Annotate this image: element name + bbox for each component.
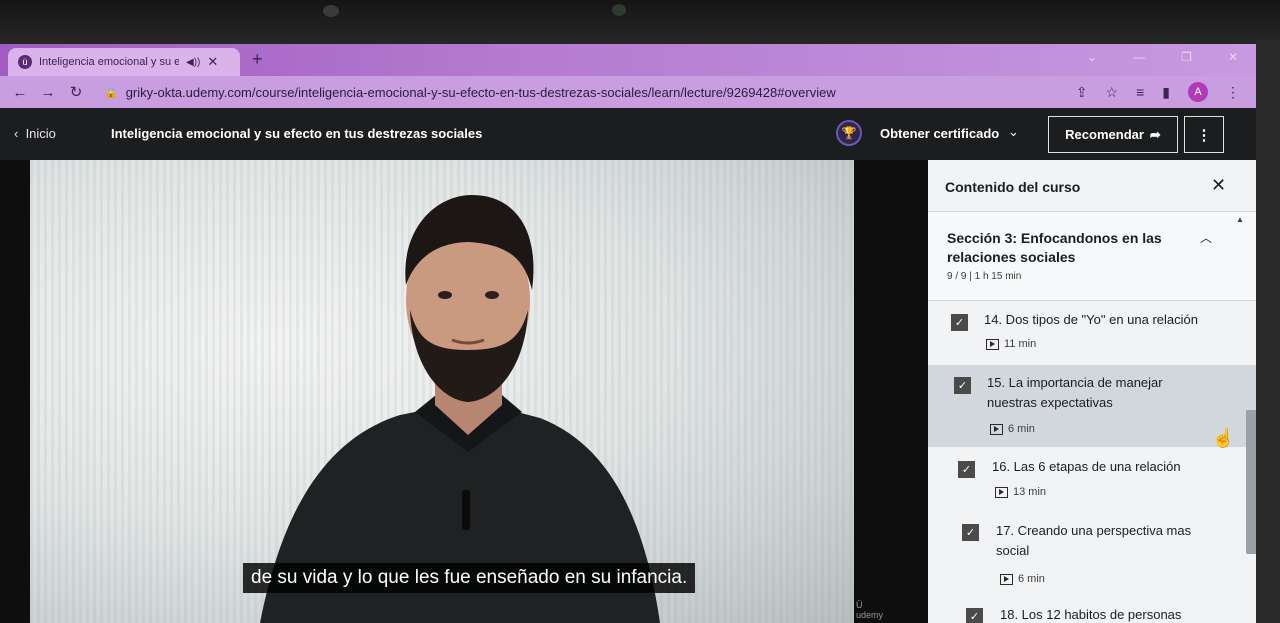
maximize-icon[interactable]: ❐ bbox=[1181, 50, 1192, 64]
video-subtitle: de su vida y lo que les fue enseñado en … bbox=[243, 563, 696, 593]
recommend-button[interactable]: Recomendar ➦ bbox=[1048, 116, 1178, 153]
lecture-title: 14. Dos tipos de "Yo" en una relación bbox=[984, 312, 1199, 327]
tab-search-icon[interactable]: ⌄ bbox=[1087, 50, 1097, 64]
recommend-label: Recomendar bbox=[1065, 127, 1144, 142]
sidebar-title: Contenido del curso bbox=[945, 179, 1081, 195]
duration-text: 6 min bbox=[1008, 423, 1035, 435]
instructor-figure bbox=[260, 195, 660, 623]
sidebar-header: Contenido del curso ✕ bbox=[928, 160, 1262, 212]
window-controls: ⌄ — ❐ ✕ bbox=[1087, 50, 1238, 64]
duration-text: 13 min bbox=[1013, 486, 1047, 498]
udemy-watermark-icon: Ü udemy bbox=[856, 600, 884, 620]
completed-checkbox[interactable]: ✓ bbox=[954, 377, 971, 394]
video-player[interactable]: de su vida y lo que les fue enseñado en … bbox=[0, 160, 928, 623]
chevron-left-icon: ‹ bbox=[14, 126, 26, 141]
home-label: Inicio bbox=[25, 126, 56, 141]
lecture-item[interactable]: ✓ 17. Creando una perspectiva mas social… bbox=[928, 511, 1262, 599]
lecture-item[interactable]: ✓ 14. Dos tipos de "Yo" en una relación … bbox=[928, 302, 1262, 364]
browser-tab-bar: ü Inteligencia emocional y su efecto ◀))… bbox=[0, 44, 1262, 76]
lecture-title: 15. La importancia de manejar nuestras e… bbox=[987, 375, 1163, 410]
completed-checkbox[interactable]: ✓ bbox=[966, 608, 983, 623]
lecture-duration: 13 min bbox=[995, 486, 1046, 498]
completed-checkbox[interactable]: ✓ bbox=[958, 461, 975, 478]
video-frame: de su vida y lo que les fue enseñado en … bbox=[30, 160, 883, 623]
more-options-button[interactable]: ⋮ bbox=[1184, 116, 1224, 153]
course-header: ‹ Inicio Inteligencia emocional y su efe… bbox=[0, 108, 1262, 160]
completed-checkbox[interactable]: ✓ bbox=[951, 314, 968, 331]
duration-text: 11 min bbox=[1004, 338, 1037, 350]
share-icon[interactable]: ⇪ bbox=[1076, 84, 1088, 101]
new-tab-button[interactable]: + bbox=[252, 49, 263, 70]
forward-arrow-icon[interactable]: → bbox=[34, 84, 62, 101]
close-window-icon[interactable]: ✕ bbox=[1228, 50, 1238, 64]
profile-avatar[interactable]: A bbox=[1188, 82, 1208, 102]
lecture-item[interactable]: ✓ 18. Los 12 habitos de personas bbox=[928, 600, 1262, 623]
course-content-sidebar: Contenido del curso ✕ ▲ Sección 3: Enfoc… bbox=[928, 160, 1262, 623]
bookmark-star-icon[interactable]: ☆ bbox=[1106, 84, 1119, 101]
close-tab-icon[interactable]: ✕ bbox=[207, 54, 218, 70]
udemy-favicon-icon: ü bbox=[18, 55, 32, 69]
course-title[interactable]: Inteligencia emocional y su efecto en tu… bbox=[111, 126, 482, 141]
video-play-icon bbox=[986, 338, 999, 350]
toolbar-icons: ⇪ ☆ ≡ ▮ A ⋮ bbox=[1076, 82, 1240, 102]
browser-toolbar: ← → ↻ 🔒 griky-okta.udemy.com/course/inte… bbox=[0, 76, 1262, 108]
section-header[interactable]: ▲ Sección 3: Enfocandonos en las relacio… bbox=[928, 213, 1262, 301]
url-text: griky-okta.udemy.com/course/inteligencia… bbox=[125, 84, 836, 100]
section-title: Sección 3: Enfocandonos en las relacione… bbox=[947, 230, 1162, 265]
video-play-icon bbox=[995, 486, 1008, 498]
camera-indicator-icon bbox=[612, 4, 626, 16]
lecture-duration: 11 min bbox=[986, 338, 1036, 350]
laptop-bezel bbox=[0, 0, 1280, 44]
back-arrow-icon[interactable]: ← bbox=[6, 84, 34, 101]
section-meta: 9 / 9 | 1 h 15 min bbox=[947, 271, 1022, 282]
lecture-duration: 6 min bbox=[1000, 573, 1045, 585]
speaker-icon[interactable]: ◀)) bbox=[186, 57, 200, 68]
video-play-icon bbox=[990, 423, 1003, 435]
lecture-title: 16. Las 6 etapas de una relación bbox=[992, 459, 1181, 474]
reload-icon[interactable]: ↻ bbox=[62, 83, 90, 101]
lecture-duration: 6 min bbox=[990, 423, 1035, 435]
chevron-down-icon[interactable]: ⌄ bbox=[1008, 124, 1019, 140]
share-arrow-icon: ➦ bbox=[1149, 126, 1161, 142]
certificate-button[interactable]: Obtener certificado bbox=[880, 126, 999, 141]
lecture-item[interactable]: ✓ 16. Las 6 etapas de una relación 13 mi… bbox=[928, 448, 1262, 510]
scroll-up-icon[interactable]: ▲ bbox=[1236, 215, 1244, 224]
home-link[interactable]: ‹ Inicio bbox=[14, 126, 56, 141]
camera-icon bbox=[323, 5, 339, 17]
side-panel-icon[interactable]: ▮ bbox=[1162, 84, 1170, 101]
chevron-up-icon[interactable]: ︿ bbox=[1200, 229, 1212, 246]
trophy-icon[interactable]: 🏆 bbox=[836, 120, 862, 146]
browser-tab[interactable]: ü Inteligencia emocional y su efecto ◀))… bbox=[8, 48, 240, 76]
media-control-icon[interactable]: ≡ bbox=[1136, 84, 1144, 100]
lecture-title: 18. Los 12 habitos de personas bbox=[1000, 607, 1182, 622]
menu-dots-icon[interactable]: ⋮ bbox=[1226, 84, 1240, 101]
minimize-icon[interactable]: — bbox=[1133, 50, 1145, 64]
tab-title: Inteligencia emocional y su efecto bbox=[39, 56, 179, 68]
close-icon[interactable]: ✕ bbox=[1211, 175, 1226, 196]
lecture-title: 17. Creando una perspectiva mas social bbox=[996, 523, 1192, 558]
completed-checkbox[interactable]: ✓ bbox=[962, 524, 979, 541]
video-play-icon bbox=[1000, 573, 1013, 585]
lock-icon[interactable]: 🔒 bbox=[104, 86, 118, 99]
duration-text: 6 min bbox=[1018, 573, 1045, 585]
hand-cursor-icon: ☝ bbox=[1212, 428, 1235, 448]
laptop-bezel-right bbox=[1256, 40, 1280, 623]
screen: ü Inteligencia emocional y su efecto ◀))… bbox=[0, 44, 1262, 623]
address-bar[interactable]: 🔒 griky-okta.udemy.com/course/inteligenc… bbox=[104, 80, 1104, 104]
